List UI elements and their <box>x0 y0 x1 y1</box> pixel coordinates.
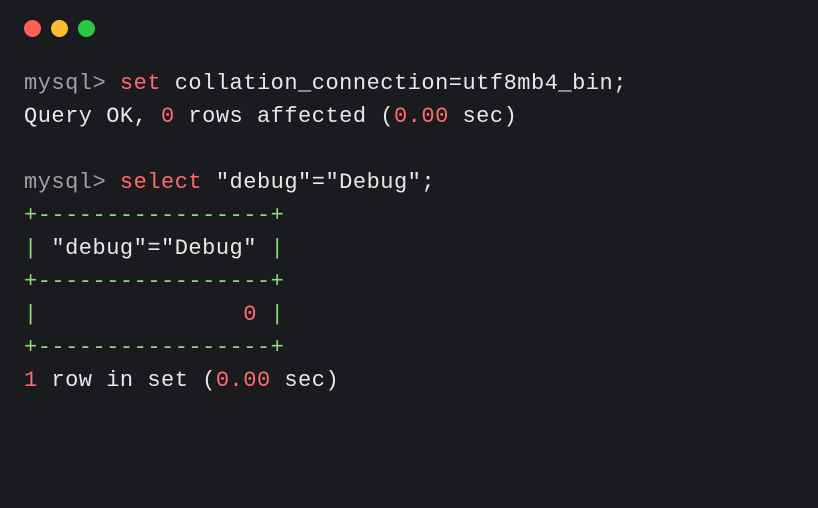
row-in-set-text: row in set ( <box>38 368 216 393</box>
cell-value: 0 <box>243 302 257 327</box>
query-ok-line: Query OK, 0 rows affected (0.00 sec) <box>24 100 794 133</box>
table-pipe: | <box>24 302 38 327</box>
terminal-output: mysql> set collation_connection=utf8mb4_… <box>0 51 818 421</box>
sec-text: sec) <box>449 104 518 129</box>
blank-line <box>24 133 794 166</box>
keyword-set: set <box>120 71 161 96</box>
sec-text: sec) <box>271 368 340 393</box>
rows-number: 0 <box>161 104 175 129</box>
table-pipe: | <box>271 302 285 327</box>
result-footer: 1 row in set (0.00 sec) <box>24 364 794 397</box>
sql-text: collation_connection=utf8mb4_bin; <box>161 71 627 96</box>
keyword-select: select <box>120 170 202 195</box>
table-border-bottom: +-----------------+ <box>24 331 794 364</box>
query-ok-text: Query OK, <box>24 104 161 129</box>
sql-line-1: mysql> set collation_connection=utf8mb4_… <box>24 67 794 100</box>
rows-affected-text: rows affected ( <box>175 104 394 129</box>
time-number: 0.00 <box>394 104 449 129</box>
sql-text: "debug"="Debug"; <box>202 170 435 195</box>
close-icon[interactable] <box>24 20 41 37</box>
table-border-top: +-----------------+ <box>24 199 794 232</box>
window-controls <box>0 0 818 51</box>
table-data-row: | 0 | <box>24 298 794 331</box>
mysql-prompt: mysql> <box>24 71 120 96</box>
cell-pad <box>38 302 244 327</box>
maximize-icon[interactable] <box>78 20 95 37</box>
table-pipe: | <box>24 236 38 261</box>
row-count: 1 <box>24 368 38 393</box>
minimize-icon[interactable] <box>51 20 68 37</box>
table-border-mid: +-----------------+ <box>24 265 794 298</box>
table-header-row: | "debug"="Debug" | <box>24 232 794 265</box>
sql-line-2: mysql> select "debug"="Debug"; <box>24 166 794 199</box>
column-header: "debug"="Debug" <box>38 236 271 261</box>
cell-pad <box>257 302 271 327</box>
table-pipe: | <box>271 236 285 261</box>
time-number: 0.00 <box>216 368 271 393</box>
mysql-prompt: mysql> <box>24 170 120 195</box>
